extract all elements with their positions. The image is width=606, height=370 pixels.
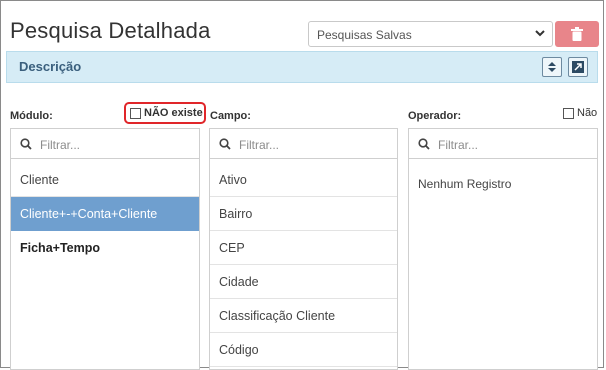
empty-state-text: Nenhum Registro: [418, 177, 512, 191]
list-item[interactable]: Bairro: [210, 197, 397, 231]
operador-panel: Filtrar... Nenhum Registro: [408, 128, 598, 370]
list-item[interactable]: CEP: [210, 231, 397, 265]
list-item[interactable]: Ativo: [210, 163, 397, 197]
description-bar: Descrição: [6, 51, 598, 83]
modulo-label: Módulo:: [10, 110, 53, 122]
campo-filter-input[interactable]: Filtrar...: [210, 129, 397, 159]
page-title: Pesquisa Detalhada: [10, 18, 211, 43]
search-icon: [20, 138, 32, 150]
sort-icon: [548, 62, 556, 72]
search-icon: [418, 138, 430, 150]
modulo-filter-input[interactable]: Filtrar...: [11, 129, 199, 159]
list-item[interactable]: Cidade: [210, 265, 397, 299]
operador-filter-input[interactable]: Filtrar...: [409, 129, 597, 159]
expand-icon: [572, 61, 584, 73]
nao-label: Não: [577, 107, 598, 119]
saved-searches-select[interactable]: Pesquisas Salvas: [308, 21, 553, 47]
checkbox-box[interactable]: [563, 107, 574, 119]
list-item[interactable]: Ficha+Tempo: [11, 231, 199, 265]
list-item[interactable]: Classificação Cliente: [210, 299, 397, 333]
highlight-box: [124, 102, 206, 124]
trash-icon: [571, 27, 583, 41]
chevron-down-icon: [535, 30, 545, 37]
campo-panel: Filtrar... Ativo Bairro CEP Cidade Class…: [209, 128, 398, 370]
modulo-panel: Filtrar... Cliente Cliente+-+Conta+Clien…: [10, 128, 200, 370]
saved-searches-value: Pesquisas Salvas: [317, 28, 412, 42]
modulo-list: Cliente Cliente+-+Conta+Cliente Ficha+Te…: [11, 163, 199, 265]
expand-button[interactable]: [568, 57, 588, 77]
nao-checkbox[interactable]: Não: [563, 107, 597, 119]
filter-placeholder: Filtrar...: [40, 138, 81, 152]
filter-placeholder: Filtrar...: [239, 138, 280, 152]
sort-toggle-button[interactable]: [542, 57, 562, 77]
list-item-selected[interactable]: Cliente+-+Conta+Cliente: [11, 197, 199, 231]
list-item[interactable]: Cliente: [11, 163, 199, 197]
operador-label: Operador:: [408, 110, 462, 122]
filter-placeholder: Filtrar...: [438, 138, 479, 152]
search-icon: [219, 138, 231, 150]
campo-label: Campo:: [210, 110, 251, 122]
delete-saved-search-button[interactable]: [555, 21, 599, 47]
description-label: Descrição: [19, 59, 82, 74]
list-item[interactable]: Código: [210, 333, 397, 367]
campo-list: Ativo Bairro CEP Cidade Classificação Cl…: [210, 163, 397, 367]
